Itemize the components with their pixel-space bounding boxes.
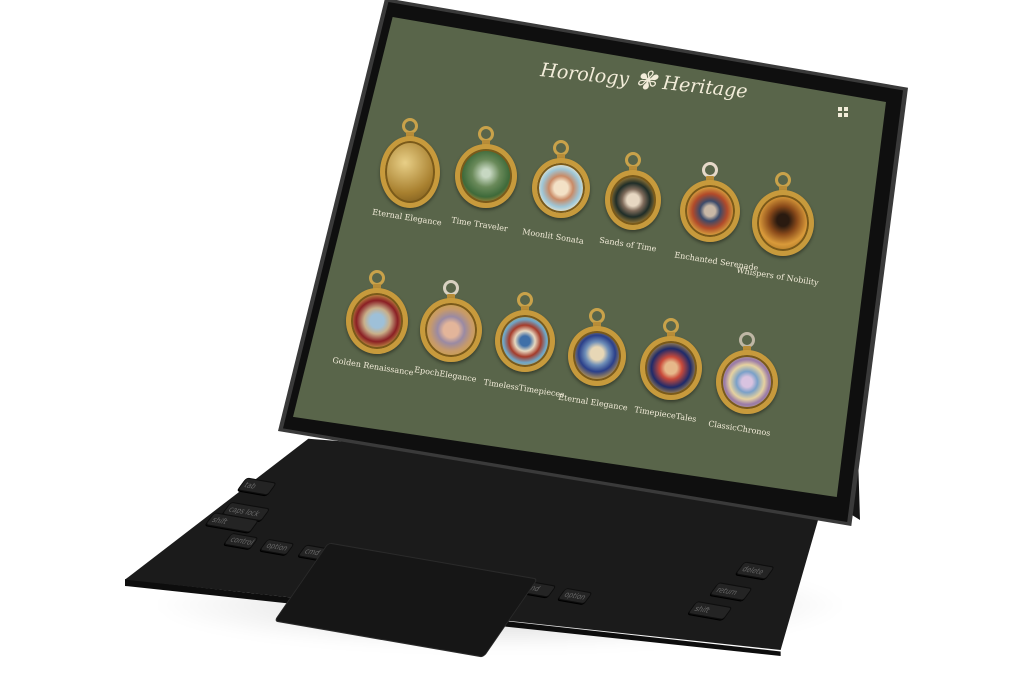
watch-label: Sands of Time: [598, 235, 658, 254]
pocket-watch-icon: [640, 336, 702, 400]
watch-label: TimepieceTales: [633, 405, 698, 424]
watch-label: Time Traveler: [450, 215, 509, 234]
pocket-watch-icon: [680, 180, 740, 242]
pocket-watch-icon: [605, 170, 661, 230]
watch-label: EpochElegance: [413, 365, 478, 384]
watch-card[interactable]: TimelessTimepieces: [483, 292, 565, 399]
watch-card[interactable]: EpochElegance: [414, 280, 482, 384]
watch-card[interactable]: Time Traveler: [451, 126, 517, 233]
grid-dot: [838, 113, 842, 117]
watch-card[interactable]: Sands of Time: [599, 152, 661, 253]
watch-card[interactable]: Whispers of Nobility: [736, 172, 819, 287]
grid-dot: [838, 107, 842, 111]
watch-card[interactable]: Moonlit Sonata: [522, 140, 590, 246]
watch-card[interactable]: ClassicChronos: [708, 332, 778, 438]
pocket-watch-icon: [752, 190, 814, 256]
pocket-watch-icon: [420, 298, 482, 362]
pocket-watch-icon: [455, 144, 517, 208]
pocket-watch-icon: [495, 310, 555, 372]
screen-content: Horology ✾ Heritage Eternal Elegance Tim…: [0, 0, 1024, 683]
watch-card[interactable]: Enchanted Serenade: [674, 162, 759, 273]
pocket-watch-icon: [716, 350, 778, 414]
watch-card[interactable]: TimepieceTales: [634, 318, 702, 424]
watch-label: Eternal Elegance: [371, 207, 443, 228]
watch-label: ClassicChronos: [707, 419, 772, 438]
watch-label: Whispers of Nobility: [735, 265, 820, 288]
watch-label: Eternal Elegance: [557, 392, 629, 413]
pocket-watch-icon: [380, 136, 440, 208]
watch-card[interactable]: Eternal Elegance: [558, 308, 628, 412]
grid-dot: [844, 107, 848, 111]
fleur-logo-icon: ✾: [633, 65, 659, 98]
site-brand[interactable]: Horology ✾ Heritage: [538, 50, 748, 110]
watch-card[interactable]: Eternal Elegance: [372, 118, 442, 227]
watch-label: Moonlit Sonata: [521, 227, 585, 246]
brand-left-text: Horology: [539, 59, 631, 91]
grid-dot: [844, 113, 848, 117]
brand-right-text: Heritage: [661, 71, 749, 103]
watch-card[interactable]: Golden Renaissance: [332, 270, 414, 377]
pocket-watch-icon: [346, 288, 408, 354]
watch-label: Golden Renaissance: [331, 355, 415, 378]
watch-label: TimelessTimepieces: [482, 377, 565, 400]
pocket-watch-icon: [568, 326, 626, 386]
pocket-watch-icon: [532, 158, 590, 218]
grid-menu-icon[interactable]: [838, 107, 848, 117]
